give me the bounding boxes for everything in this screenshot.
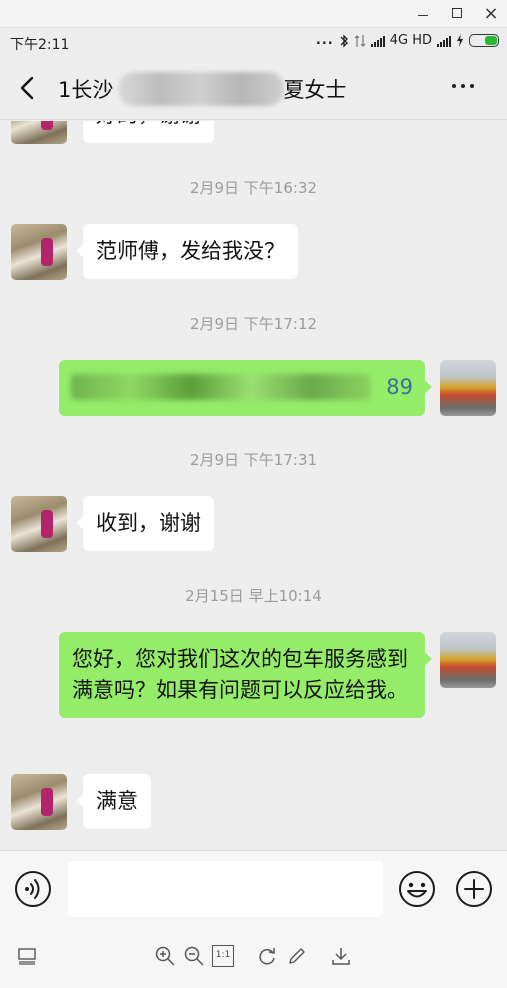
viewer-toolbar: 1:1 xyxy=(0,928,507,988)
maximize-icon xyxy=(452,8,462,18)
message-bubble-incoming[interactable]: 满意 xyxy=(76,774,151,829)
minimize-icon xyxy=(418,14,428,16)
my-avatar[interactable] xyxy=(440,632,496,688)
window-title-bar: × xyxy=(0,0,507,28)
my-avatar[interactable] xyxy=(440,360,496,416)
chat-title-prefix: 1长沙 xyxy=(58,78,114,102)
message-timestamp: 2月9日 下午17:31 xyxy=(189,451,318,469)
data-transfer-icon xyxy=(354,34,366,47)
download-icon[interactable] xyxy=(330,945,352,967)
chat-header: 1长沙 夏女士 xyxy=(0,56,507,120)
notification-dots: ... xyxy=(315,33,334,48)
phone-number-tail: 89 xyxy=(386,375,413,399)
message-input[interactable] xyxy=(68,861,383,917)
message-bubble-incoming[interactable]: 收到，谢谢 xyxy=(76,496,214,551)
voice-input-icon[interactable] xyxy=(14,870,52,908)
thumbnail-icon[interactable] xyxy=(16,945,38,967)
status-icons: ... 4G HD xyxy=(316,33,499,48)
zoom-in-icon[interactable] xyxy=(154,945,176,967)
maximize-button[interactable] xyxy=(446,3,468,23)
zoom-out-icon[interactable] xyxy=(183,945,205,967)
charging-icon xyxy=(457,34,463,47)
redacted-area xyxy=(118,72,284,106)
contact-avatar[interactable] xyxy=(11,224,67,280)
back-arrow-icon[interactable] xyxy=(14,74,42,102)
message-timestamp: 2月15日 早上10:14 xyxy=(185,587,322,605)
actual-size-button[interactable]: 1:1 xyxy=(212,945,234,967)
emoji-icon[interactable] xyxy=(398,870,436,908)
close-button[interactable]: × xyxy=(480,2,502,24)
message-timestamp: 2月9日 下午16:32 xyxy=(189,179,318,197)
battery-icon xyxy=(469,34,499,47)
bluetooth-icon xyxy=(340,33,348,48)
message-bubble-outgoing[interactable]: 您好，您对我们这次的包车服务感到满意吗？如果有问题可以反应给我。 xyxy=(59,632,432,718)
edit-icon[interactable] xyxy=(286,945,308,967)
status-bar: 下午2:11 ... 4G HD xyxy=(0,28,507,56)
network-label: 4G HD xyxy=(389,33,432,48)
rotate-icon[interactable] xyxy=(256,945,278,967)
more-functions-icon[interactable] xyxy=(455,870,493,908)
contact-avatar[interactable] xyxy=(11,496,67,552)
contact-avatar[interactable] xyxy=(11,774,67,830)
signal-2-icon xyxy=(437,35,451,47)
message-bubble-incoming[interactable]: 好的，谢谢 xyxy=(76,121,214,143)
chat-history[interactable]: 好的，谢谢 2月9日 下午16:32 范师傅，发给我没？ 2月9日 下午17:1… xyxy=(0,121,507,850)
input-bar xyxy=(0,850,507,928)
status-time: 下午2:11 xyxy=(10,37,70,53)
minimize-button[interactable] xyxy=(412,3,434,23)
more-options-icon[interactable] xyxy=(452,84,474,88)
message-bubble-outgoing[interactable]: 89 xyxy=(59,360,432,416)
message-bubble-incoming[interactable]: 范师傅，发给我没？ xyxy=(76,224,298,279)
contact-avatar[interactable] xyxy=(11,121,67,144)
signal-icon xyxy=(370,35,385,47)
close-icon: × xyxy=(483,2,499,24)
redacted-text xyxy=(71,374,371,400)
chat-title-suffix: 夏女士 xyxy=(283,78,347,102)
message-timestamp: 2月9日 下午17:12 xyxy=(189,315,318,333)
